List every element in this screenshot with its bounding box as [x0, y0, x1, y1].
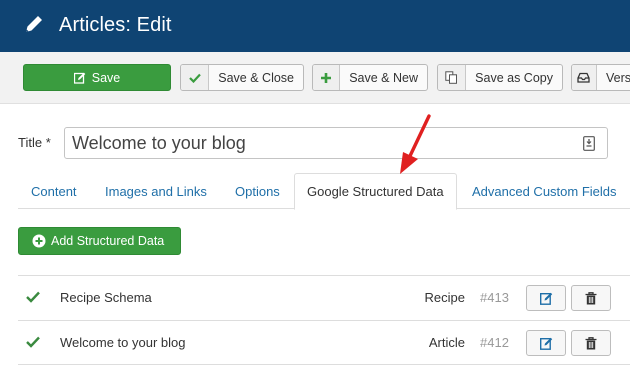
trash-icon	[585, 291, 597, 304]
edit-icon	[539, 292, 552, 305]
edit-button[interactable]	[526, 285, 566, 311]
tab-images-and-links[interactable]: Images and Links	[93, 173, 219, 209]
edit-icon	[539, 337, 552, 350]
app-header: Articles: Edit	[0, 0, 630, 52]
delete-button[interactable]	[571, 330, 611, 356]
plus-circle-icon	[32, 234, 46, 248]
character-counter-icon	[583, 136, 595, 151]
save-copy-label: Save as Copy	[475, 70, 553, 85]
add-structured-data-button[interactable]: Add Structured Data	[18, 227, 181, 255]
archive-icon	[572, 65, 597, 90]
title-input[interactable]: Welcome to your blog	[64, 127, 608, 159]
tab-content[interactable]: Content	[19, 173, 89, 209]
trash-icon	[585, 336, 597, 349]
item-name[interactable]: Welcome to your blog	[60, 335, 186, 350]
copy-icon	[438, 65, 467, 90]
item-id: #412	[480, 335, 509, 350]
tab-advanced-custom-fields[interactable]: Advanced Custom Fields	[460, 173, 629, 209]
edit-icon	[73, 65, 86, 90]
versions-label: Vers	[605, 70, 630, 85]
published-check-icon[interactable]	[26, 291, 40, 303]
save-close-label: Save & Close	[218, 70, 294, 85]
published-check-icon[interactable]	[26, 336, 40, 348]
table-row: Welcome to your blog Article #412	[18, 320, 630, 365]
tab-google-structured-data[interactable]: Google Structured Data	[294, 173, 457, 210]
table-row: Recipe Schema Recipe #413	[18, 275, 630, 320]
tab-options[interactable]: Options	[223, 173, 292, 209]
edit-button[interactable]	[526, 330, 566, 356]
save-label: Save	[91, 70, 121, 85]
title-field-row: Title * Welcome to your blog	[18, 127, 608, 159]
page-title: Articles: Edit	[59, 14, 172, 36]
annotation-arrow	[400, 114, 431, 174]
save-button[interactable]: Save	[23, 64, 171, 91]
title-value: Welcome to your blog	[72, 133, 246, 153]
plus-icon	[313, 65, 341, 90]
toolbar: Save Save & Close Save & New Save as Cop…	[0, 52, 630, 104]
save-new-label: Save & New	[349, 70, 418, 85]
save-close-button[interactable]: Save & Close	[180, 64, 304, 91]
title-label: Title *	[18, 135, 51, 150]
item-type: Recipe	[424, 290, 465, 305]
pencil-icon	[26, 16, 42, 32]
save-copy-button[interactable]: Save as Copy	[437, 64, 563, 91]
tab-bar: Content Images and Links Options Google …	[18, 173, 630, 210]
item-id: #413	[480, 290, 509, 305]
structured-data-table: Recipe Schema Recipe #413 Welcome to you…	[18, 275, 630, 365]
delete-button[interactable]	[571, 285, 611, 311]
add-structured-data-label: Add Structured Data	[51, 234, 165, 248]
item-type: Article	[428, 335, 465, 350]
item-name[interactable]: Recipe Schema	[60, 290, 152, 305]
check-icon	[181, 65, 210, 90]
save-new-button[interactable]: Save & New	[312, 64, 428, 91]
versions-button[interactable]: Vers	[571, 64, 630, 91]
